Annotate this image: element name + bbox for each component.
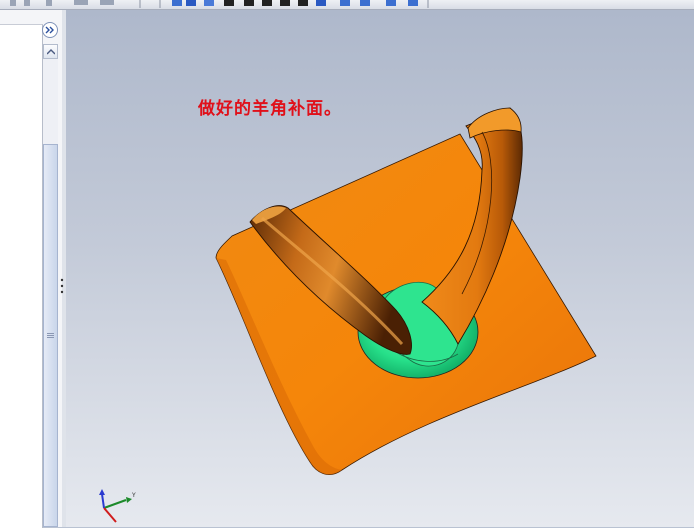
feature-tree-area[interactable] [0, 24, 43, 528]
toolbar-icons [10, 0, 429, 8]
scroll-grip-icon [47, 332, 54, 339]
splitter-grip-icon[interactable] [60, 276, 64, 296]
collapse-chevrons-icon [45, 26, 54, 34]
scroll-up-button[interactable] [43, 44, 58, 59]
view-triad-icon: Y [99, 489, 136, 523]
view-orientation-icons[interactable] [172, 0, 429, 8]
feature-manager-panel [0, 10, 63, 528]
scroll-up-icon [46, 48, 55, 54]
toolbar-nav-icons[interactable] [10, 0, 161, 8]
scroll-thumb[interactable] [43, 144, 58, 527]
graphics-viewport[interactable]: 做好的羊角补面。 Y [66, 10, 694, 527]
panel-scrollbar[interactable] [43, 44, 58, 527]
3d-model[interactable] [66, 10, 694, 527]
collapse-panel-button[interactable] [42, 22, 58, 38]
triad-y-label: Y [131, 492, 136, 499]
top-toolbar [0, 0, 694, 10]
